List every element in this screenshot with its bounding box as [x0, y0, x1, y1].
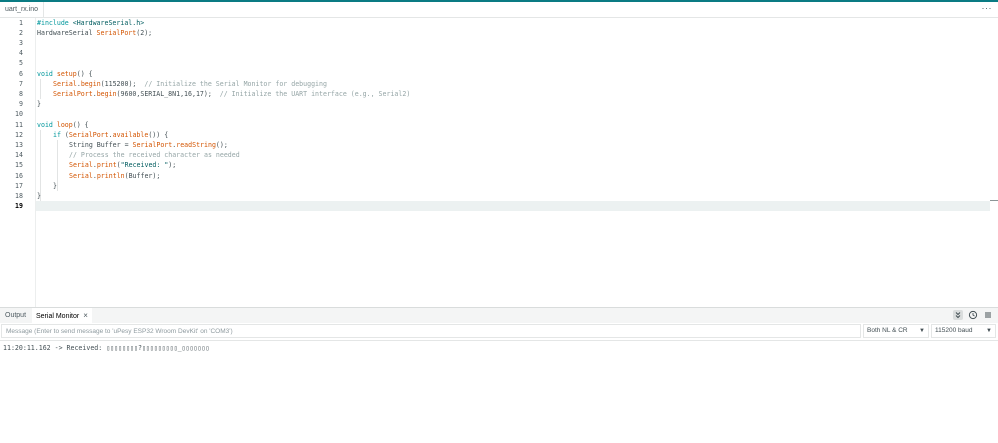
line-number: 17: [15, 182, 23, 190]
code-line-11: void loop() {: [37, 121, 89, 129]
line-number: 9: [19, 100, 23, 108]
line-number: 14: [15, 151, 23, 159]
line-number: 13: [15, 141, 23, 149]
caret-down-icon: ▼: [919, 328, 925, 334]
line-number: 18: [15, 192, 23, 200]
line-ending-select[interactable]: Both NL & CR ▼: [863, 324, 929, 338]
line-number: 4: [19, 49, 23, 57]
indent-guide: [40, 79, 41, 99]
code-editor[interactable]: 1 2 3 4 5 6 7 8 9 10 11 12 13 14 15 16 1…: [0, 18, 998, 307]
baud-rate-value: 115200 baud: [935, 327, 973, 334]
line-number-current: 19: [15, 202, 23, 210]
code-line-6: void setup() {: [37, 70, 93, 78]
code-line-12: if (SerialPort.available()) {: [53, 131, 169, 139]
code-line-13: String Buffer = SerialPort.readString();: [69, 141, 228, 149]
line-number: 3: [19, 39, 23, 47]
line-number-gutter: 1 2 3 4 5 6 7 8 9 10 11 12 13 14 15 16 1…: [0, 18, 35, 307]
baud-rate-select[interactable]: 115200 baud ▼: [931, 324, 996, 338]
indent-guide: [57, 140, 58, 191]
line-number: 15: [15, 161, 23, 169]
serial-output-line: 11:20:11.162 -> Received: ▯▯▯▯▯▯▯▯?▯▯▯▯▯…: [3, 344, 210, 352]
editor-tab-bar: uart_rx.ino ···: [0, 2, 998, 18]
code-line-2: HardwareSerial SerialPort(2);: [37, 29, 153, 37]
gutter-divider: [35, 18, 36, 307]
tab-label: uart_rx.ino: [5, 6, 39, 13]
more-icon[interactable]: ···: [982, 2, 993, 17]
code-line-1: #include <HardwareSerial.h>: [37, 19, 145, 27]
code-line-15: Serial.print("Received: ");: [69, 161, 177, 169]
line-number: 8: [19, 90, 23, 98]
message-row: Both NL & CR ▼ 115200 baud ▼: [0, 323, 998, 341]
line-number: 2: [19, 29, 23, 37]
scrollbar-marker: [990, 200, 998, 201]
line-number: 10: [15, 110, 23, 118]
chevrons-down-icon[interactable]: [953, 310, 963, 320]
line-number: 6: [19, 70, 23, 78]
line-number: 11: [15, 121, 23, 129]
code-line-14: // Process the received character as nee…: [69, 151, 240, 159]
tab-uart-rx[interactable]: uart_rx.ino: [0, 2, 45, 17]
line-ending-value: Both NL & CR: [867, 327, 908, 334]
tab-serial-monitor-label: Serial Monitor: [36, 313, 80, 320]
line-number: 16: [15, 172, 23, 180]
line-number: 7: [19, 80, 23, 88]
code-line-9: }: [37, 100, 41, 108]
clock-icon[interactable]: [968, 310, 978, 320]
line-number: 1: [19, 19, 23, 27]
code-line-7: Serial.begin(115200); // Initialize the …: [53, 80, 327, 88]
current-line-highlight: [36, 201, 990, 211]
line-number: 12: [15, 131, 23, 139]
close-icon[interactable]: ×: [83, 311, 88, 320]
tab-output[interactable]: Output: [1, 308, 30, 323]
code-line-16: Serial.println(Buffer);: [69, 172, 161, 180]
message-input[interactable]: [1, 324, 861, 338]
caret-down-icon: ▼: [986, 328, 992, 334]
bottom-panel-header: Output Serial Monitor ×: [0, 308, 998, 324]
line-number: 5: [19, 59, 23, 67]
code-line-17: }: [53, 182, 57, 190]
list-icon[interactable]: [983, 310, 993, 320]
tab-serial-monitor[interactable]: Serial Monitor ×: [32, 308, 92, 324]
code-line-18: }: [37, 192, 41, 200]
code-line-8: SerialPort.begin(9600,SERIAL_8N1,16,17);…: [53, 90, 411, 98]
